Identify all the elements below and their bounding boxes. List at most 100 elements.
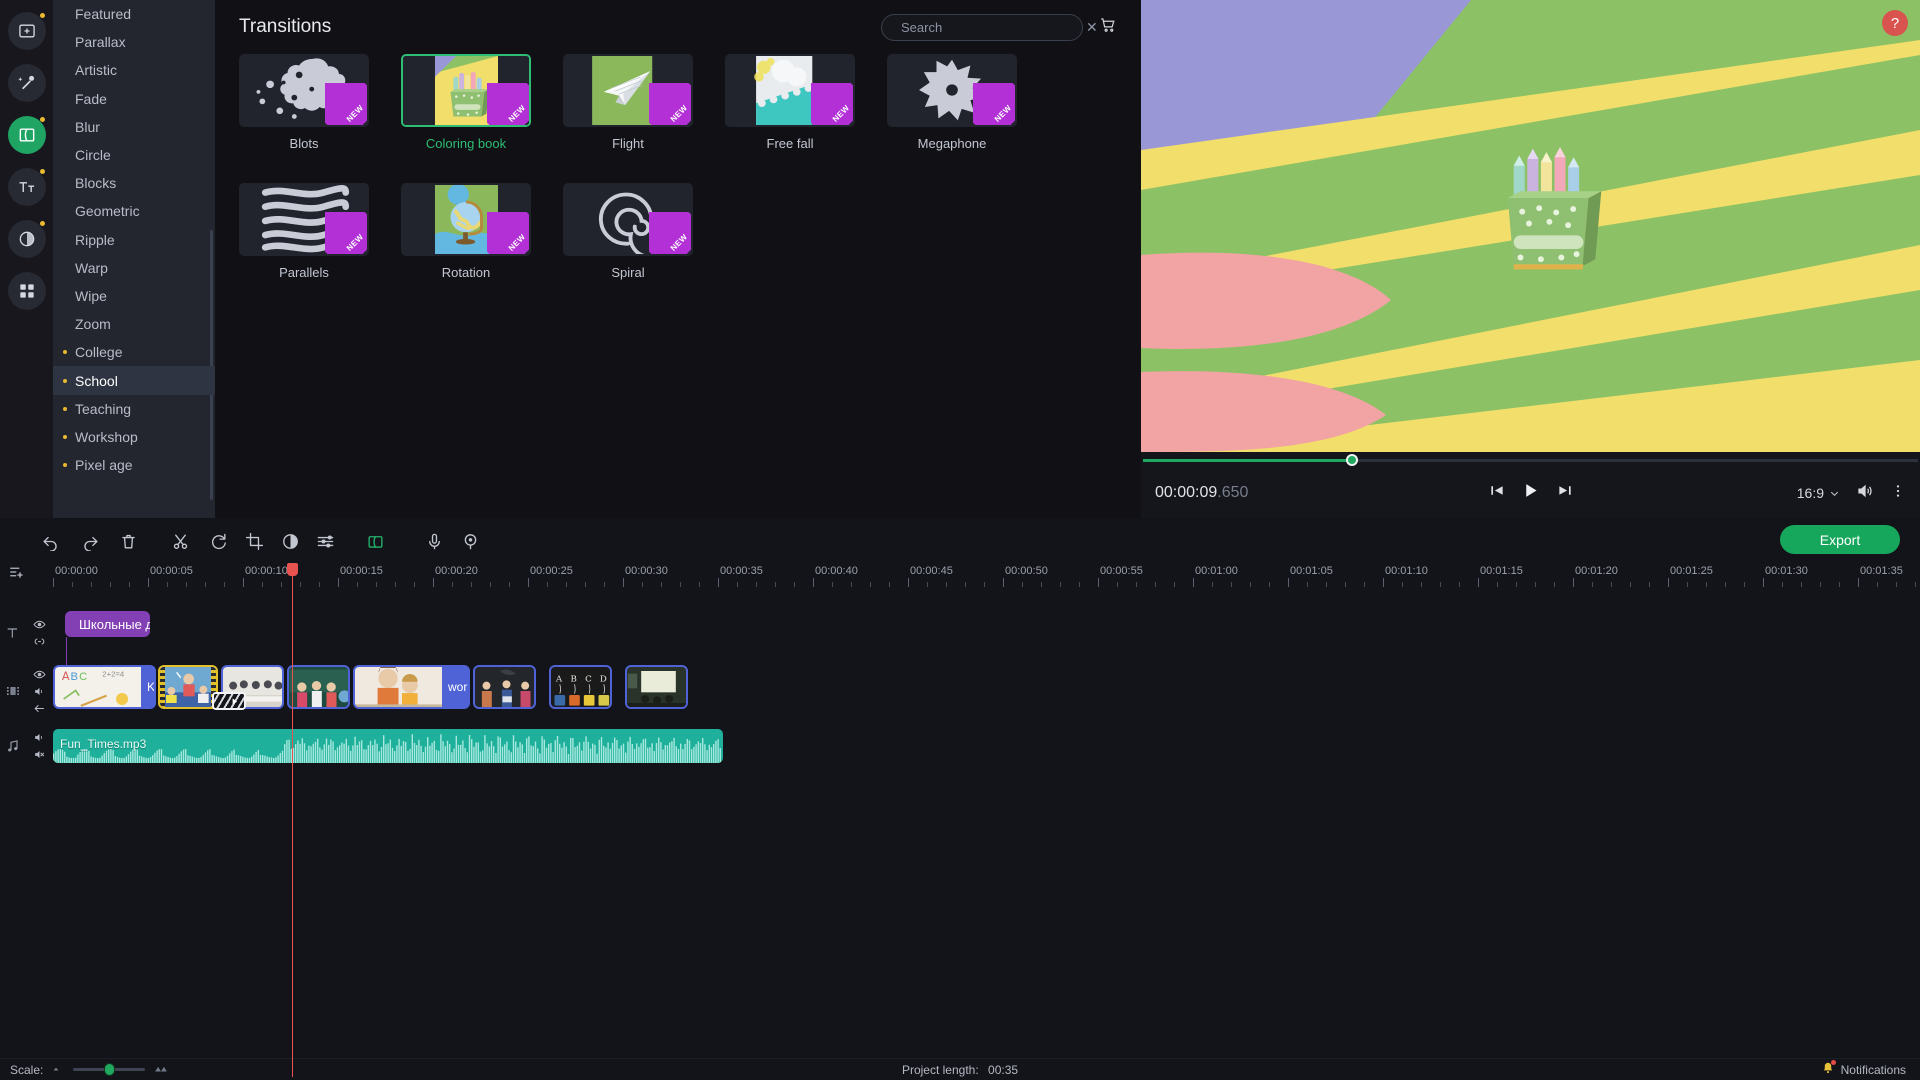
zoom-out-icon[interactable]	[52, 1062, 64, 1077]
category-item-wipe[interactable]: Wipe	[53, 282, 215, 310]
category-item-teaching[interactable]: Teaching	[53, 395, 215, 423]
scale-slider[interactable]	[73, 1068, 145, 1071]
aspect-ratio-dropdown[interactable]: 16:9	[1797, 485, 1840, 501]
video-clip[interactable]: ABCD	[549, 665, 612, 709]
category-item-warp[interactable]: Warp	[53, 254, 215, 282]
title-track-link-toggle[interactable]	[33, 634, 46, 648]
audio-track-mute-toggle[interactable]	[33, 747, 46, 761]
help-button[interactable]: ?	[1882, 10, 1908, 36]
category-item-school[interactable]: School	[53, 366, 215, 394]
transition-thumbnail[interactable]: NEW	[887, 54, 1017, 127]
rail-item-effects[interactable]	[8, 64, 46, 102]
rail-item-more-tools[interactable]	[8, 272, 46, 310]
transition-thumbnail[interactable]: NEW	[563, 54, 693, 127]
scale-slider-knob[interactable]	[104, 1063, 115, 1076]
category-item-ripple[interactable]: Ripple	[53, 226, 215, 254]
category-item-artistic[interactable]: Artistic	[53, 56, 215, 84]
clip-trim-handle-left[interactable]	[160, 667, 165, 707]
play-icon[interactable]	[1521, 481, 1540, 505]
clip-thumbnail: ABCD	[551, 667, 612, 707]
video-clip[interactable]: ABC2+2=4Kid	[53, 665, 156, 709]
category-item-parallax[interactable]: Parallax	[53, 28, 215, 56]
add-track-button[interactable]	[8, 563, 61, 581]
timeline-ruler[interactable]: 00:00:0000:00:0500:00:1000:00:1500:00:20…	[53, 563, 1920, 587]
transition-tile-parallels[interactable]: NEW Parallels	[239, 183, 369, 280]
category-item-workshop[interactable]: Workshop	[53, 423, 215, 451]
category-item-zoom[interactable]: Zoom	[53, 310, 215, 338]
close-icon[interactable]: ✕	[1086, 20, 1098, 34]
timecode: 00:00:09.650	[1155, 484, 1248, 502]
crop-button[interactable]	[234, 521, 274, 561]
split-button[interactable]	[160, 521, 200, 561]
rail-item-filters[interactable]	[8, 220, 46, 258]
transition-tile-megaphone[interactable]: NEW Megaphone	[887, 54, 1017, 151]
rail-item-titles[interactable]	[8, 168, 46, 206]
video-clip[interactable]	[473, 665, 536, 709]
transition-marker[interactable]	[212, 692, 246, 710]
category-item-college[interactable]: College	[53, 338, 215, 366]
volume-icon[interactable]	[1856, 482, 1874, 505]
redo-button[interactable]	[70, 521, 110, 561]
next-frame-icon[interactable]	[1556, 482, 1573, 504]
transition-tile-rotation[interactable]: NEW Rotation	[401, 183, 531, 280]
category-item-featured[interactable]: Featured	[53, 0, 215, 28]
title-track-visibility-toggle[interactable]	[33, 617, 46, 631]
title-clip[interactable]: Школьные д	[65, 611, 150, 637]
audio-track-volume-toggle[interactable]	[33, 730, 46, 744]
shopping-cart-icon[interactable]	[1099, 16, 1117, 39]
video-clip[interactable]: works	[353, 665, 470, 709]
video-clip[interactable]	[287, 665, 350, 709]
ruler-tick	[813, 578, 814, 587]
transition-thumbnail[interactable]: NEW	[563, 183, 693, 256]
search-input[interactable]	[901, 20, 1077, 35]
ruler-label: 00:00:40	[815, 565, 858, 577]
notifications-button[interactable]: Notifications	[1821, 1061, 1906, 1078]
search-box[interactable]: ✕	[881, 14, 1083, 41]
category-dot	[63, 350, 67, 354]
export-button[interactable]: Export	[1780, 525, 1900, 554]
category-item-circle[interactable]: Circle	[53, 141, 215, 169]
audio-clip[interactable]: Fun_Times.mp3	[53, 729, 723, 763]
transition-thumbnail[interactable]: NEW	[401, 54, 531, 127]
transition-tile-spiral[interactable]: NEW Spiral	[563, 183, 693, 280]
previous-frame-icon[interactable]	[1488, 482, 1505, 504]
track-area[interactable]: Школьные д ABC2+2=4Kid works ABCD Fun_Times…	[53, 587, 1920, 987]
video-clip[interactable]	[158, 665, 218, 709]
transition-thumbnail[interactable]: NEW	[239, 183, 369, 256]
category-item-fade[interactable]: Fade	[53, 85, 215, 113]
record-audio-button[interactable]	[414, 521, 454, 561]
color-adjust-button[interactable]	[270, 521, 310, 561]
zoom-in-icon[interactable]	[154, 1061, 168, 1078]
notification-dot	[40, 13, 45, 18]
rail-item-import-media[interactable]	[8, 12, 46, 50]
category-item-geometric[interactable]: Geometric	[53, 197, 215, 225]
transition-tile-free-fall[interactable]: NEW Free fall	[725, 54, 855, 151]
more-options-icon[interactable]	[1890, 483, 1906, 504]
delete-button[interactable]	[108, 521, 148, 561]
transition-button[interactable]	[355, 521, 395, 561]
video-track-mute-toggle[interactable]	[33, 684, 46, 698]
transition-tile-coloring-book[interactable]: NEW Coloring book	[401, 54, 531, 151]
video-track-visibility-toggle[interactable]	[33, 667, 46, 681]
timecode-main: 00:00:09	[1155, 484, 1217, 501]
preview-stage[interactable]: ?	[1141, 0, 1920, 452]
rotate-button[interactable]	[198, 521, 238, 561]
ruler-tick	[1383, 578, 1384, 587]
properties-button[interactable]	[305, 521, 345, 561]
video-clip[interactable]	[625, 665, 688, 709]
transition-thumbnail[interactable]: NEW	[401, 183, 531, 256]
category-item-blocks[interactable]: Blocks	[53, 169, 215, 197]
undo-button[interactable]	[30, 521, 70, 561]
transition-tile-flight[interactable]: NEW Flight	[563, 54, 693, 151]
transition-tile-blots[interactable]: NEW Blots	[239, 54, 369, 151]
rail-item-transitions[interactable]	[8, 116, 46, 154]
screen-record-button[interactable]	[450, 521, 490, 561]
transition-thumbnail[interactable]: NEW	[725, 54, 855, 127]
transition-thumbnail[interactable]: NEW	[239, 54, 369, 127]
video-track-collapse-button[interactable]	[33, 701, 46, 715]
playback-progress-bar[interactable]	[1141, 452, 1920, 468]
progress-knob[interactable]	[1346, 454, 1358, 466]
category-list[interactable]: FeaturedParallaxArtisticFadeBlurCircleBl…	[53, 0, 215, 518]
category-item-pixel-age[interactable]: Pixel age	[53, 451, 215, 479]
category-item-blur[interactable]: Blur	[53, 113, 215, 141]
